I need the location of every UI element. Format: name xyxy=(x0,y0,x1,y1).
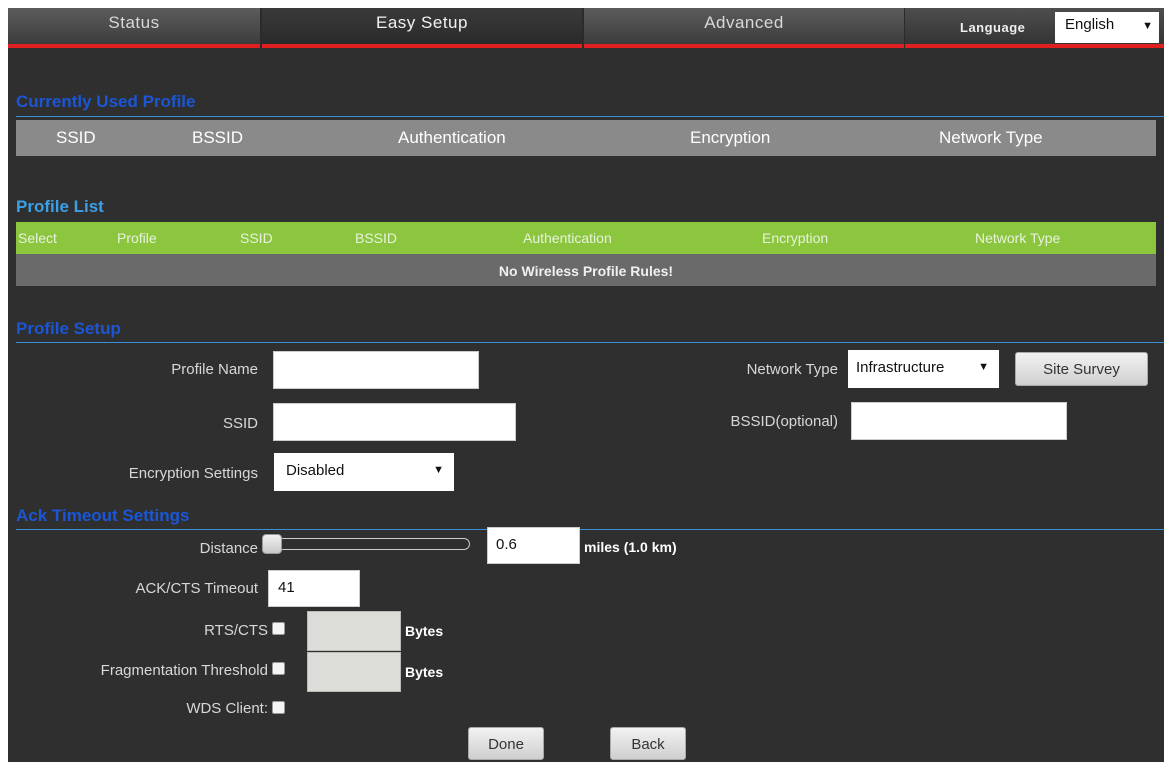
current-profile-header: SSID BSSID Authentication Encryption Net… xyxy=(16,120,1156,156)
list-col-bssid: BSSID xyxy=(355,230,398,246)
list-col-network-type: Network Type xyxy=(975,230,1061,246)
ack-timeout-title: Ack Timeout Settings xyxy=(16,506,190,525)
current-col-bssid: BSSID xyxy=(192,128,244,147)
wds-client-label: WDS Client: xyxy=(186,700,268,717)
profile-setup-title: Profile Setup xyxy=(16,319,121,338)
done-button[interactable]: Done xyxy=(468,727,544,760)
chevron-down-icon: ▼ xyxy=(978,361,989,373)
bssid-input[interactable] xyxy=(851,402,1067,440)
current-col-authentication: Authentication xyxy=(398,128,506,147)
fragmentation-input[interactable] xyxy=(307,652,401,692)
chevron-down-icon: ▼ xyxy=(433,464,444,476)
tab-status-label: Status xyxy=(108,13,160,32)
distance-unit: miles (1.0 km) xyxy=(584,539,677,555)
encryption-select[interactable]: Disabled ▼ xyxy=(274,453,454,491)
ssid-label: SSID xyxy=(222,415,258,432)
ssid-input[interactable] xyxy=(273,403,516,441)
distance-slider-track[interactable] xyxy=(266,538,470,550)
list-col-select: Select xyxy=(18,230,57,246)
site-survey-button[interactable]: Site Survey xyxy=(1015,352,1148,386)
current-profile-title: Currently Used Profile xyxy=(16,92,196,111)
encryption-select-value: Disabled xyxy=(286,462,345,479)
profile-name-label: Profile Name xyxy=(171,361,258,378)
bssid-optional-label: BSSID(optional) xyxy=(730,413,838,430)
tab-easy-setup-label: Easy Setup xyxy=(376,13,468,32)
language-label: Language xyxy=(960,20,1026,35)
rts-cts-input[interactable] xyxy=(307,611,401,651)
profile-list-empty-row: No Wireless Profile Rules! xyxy=(16,254,1156,286)
network-type-select[interactable]: Infrastructure ▼ xyxy=(848,350,999,388)
list-col-profile: Profile xyxy=(117,230,157,246)
fragmentation-unit: Bytes xyxy=(405,664,444,680)
language-select-value: English xyxy=(1065,16,1115,33)
tab-status[interactable]: Status xyxy=(8,8,260,48)
tab-easy-setup[interactable]: Easy Setup xyxy=(262,8,582,48)
current-profile-divider xyxy=(16,116,1164,117)
fragmentation-threshold-label: Fragmentation Threshold xyxy=(100,662,268,679)
network-type-select-value: Infrastructure xyxy=(856,359,945,376)
profile-setup-divider xyxy=(16,342,1164,343)
rts-cts-checkbox[interactable] xyxy=(272,622,285,635)
ack-timeout-divider xyxy=(16,529,1164,530)
tab-advanced[interactable]: Advanced xyxy=(584,8,904,48)
list-col-ssid: SSID xyxy=(240,230,273,246)
main-panel: Currently Used Profile SSID BSSID Authen… xyxy=(8,48,1164,762)
rts-cts-unit: Bytes xyxy=(405,623,444,639)
rts-cts-label: RTS/CTS xyxy=(204,622,268,639)
network-type-label: Network Type xyxy=(746,361,838,378)
current-col-network-type: Network Type xyxy=(939,128,1043,147)
fragmentation-checkbox[interactable] xyxy=(272,662,285,675)
distance-slider-thumb[interactable] xyxy=(262,534,282,554)
profile-list-header: Select Profile SSID BSSID Authentication… xyxy=(16,222,1156,254)
list-col-authentication: Authentication xyxy=(523,230,612,246)
ack-cts-timeout-label: ACK/CTS Timeout xyxy=(135,580,258,597)
distance-label: Distance xyxy=(199,540,258,557)
wds-client-checkbox[interactable] xyxy=(272,701,285,714)
distance-input[interactable]: 0.6 xyxy=(487,527,580,564)
current-col-encryption: Encryption xyxy=(690,128,771,147)
language-select[interactable]: English ▼ xyxy=(1055,12,1159,43)
list-col-encryption: Encryption xyxy=(762,230,829,246)
profile-list-title: Profile List xyxy=(16,197,104,216)
language-area: Language English ▼ xyxy=(905,8,1164,48)
tab-advanced-label: Advanced xyxy=(704,13,784,32)
profile-name-input[interactable] xyxy=(273,351,479,389)
page: Status Easy Setup Advanced Language Engl… xyxy=(0,0,1164,762)
encryption-settings-label: Encryption Settings xyxy=(128,465,258,482)
current-col-ssid: SSID xyxy=(56,128,96,147)
top-nav: Status Easy Setup Advanced Language Engl… xyxy=(8,8,1164,48)
chevron-down-icon: ▼ xyxy=(1142,20,1153,32)
back-button[interactable]: Back xyxy=(610,727,686,760)
ack-cts-timeout-input[interactable]: 41 xyxy=(268,570,360,607)
